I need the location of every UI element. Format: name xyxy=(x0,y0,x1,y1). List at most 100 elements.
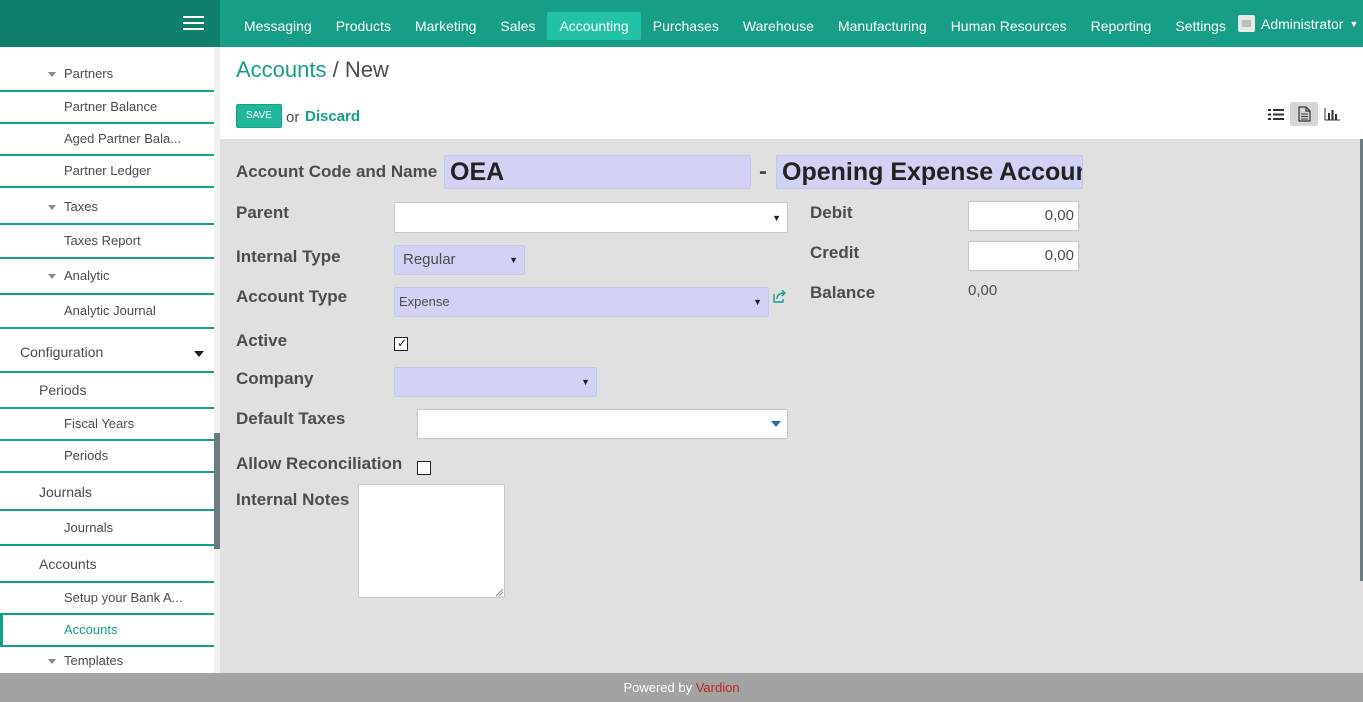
top-menu-item-marketing[interactable]: Marketing xyxy=(403,12,488,40)
sidebar-item-label: Periods xyxy=(39,382,87,398)
balance-label: Balance xyxy=(810,283,876,302)
sidebar-item-label: Setup your Bank A... xyxy=(64,590,183,605)
form-view-button[interactable] xyxy=(1290,102,1318,126)
sidebar-item-taxes[interactable]: Taxes xyxy=(0,190,214,225)
sidebar-item-journals[interactable]: Journals xyxy=(0,512,214,546)
allow-reconciliation-label: Allow Reconciliation xyxy=(236,454,403,473)
top-menu-item-accounting[interactable]: Accounting xyxy=(547,12,641,40)
active-checkbox[interactable]: ✓ xyxy=(394,336,408,351)
chevron-down-icon: ▼ xyxy=(772,212,781,223)
top-menu-item-settings[interactable]: Settings xyxy=(1163,12,1238,40)
default-taxes-input[interactable] xyxy=(417,409,788,439)
sidebar-item-configuration[interactable]: Configuration xyxy=(0,333,214,373)
list-view-button[interactable] xyxy=(1262,102,1290,126)
allow-reconciliation-checkbox[interactable] xyxy=(417,461,431,475)
sidebar-item-partner-balance[interactable]: Partner Balance xyxy=(0,92,214,124)
internal-notes-label: Internal Notes xyxy=(236,490,350,509)
sidebar-item-setup-your-bank-a[interactable]: Setup your Bank A... xyxy=(0,583,214,615)
sidebar-item-templates[interactable]: Templates xyxy=(0,647,214,673)
sidebar-item-label: Configuration xyxy=(20,344,104,360)
form-view-icon xyxy=(1297,106,1311,122)
sidebar-item-partners[interactable]: Partners xyxy=(0,57,214,92)
company-select[interactable]: ▼ xyxy=(394,367,597,397)
footer-brand: Vardion xyxy=(695,680,740,695)
top-menu-item-manufacturing[interactable]: Manufacturing xyxy=(826,12,939,40)
sidebar-item-label: Templates xyxy=(64,653,124,668)
breadcrumb-current: New xyxy=(344,57,389,82)
top-navbar: Messaging Products Marketing Sales Accountin… xyxy=(0,0,1363,47)
top-menu-item-sales[interactable]: Sales xyxy=(488,12,547,40)
sidebar-item-aged-partner-bala[interactable]: Aged Partner Bala... xyxy=(0,124,214,156)
chevron-down-icon: ▼ xyxy=(509,255,518,265)
internal-type-value: Regular xyxy=(403,251,456,268)
menu-toggle-icon[interactable] xyxy=(183,16,204,32)
sidebar-item-partner-ledger[interactable]: Partner Ledger xyxy=(0,156,214,188)
footer: Powered by Vardion xyxy=(0,673,1363,702)
parent-label: Parent xyxy=(236,203,289,222)
graph-view-icon xyxy=(1324,107,1340,120)
top-menu-item-messaging[interactable]: Messaging xyxy=(232,12,324,40)
credit-input[interactable]: 0,00 xyxy=(968,241,1079,271)
parent-select[interactable]: ▼ xyxy=(394,202,788,233)
breadcrumb-separator: / xyxy=(326,57,345,82)
brand-area xyxy=(0,0,220,47)
sidebar-item-label: Periods xyxy=(64,448,109,463)
avatar xyxy=(1238,15,1255,32)
sidebar-item-label: Partner Balance xyxy=(64,99,158,114)
resize-handle-icon[interactable] xyxy=(496,589,503,596)
sidebar-item-accounts[interactable]: Accounts xyxy=(0,547,214,583)
sidebar-item-analytic[interactable]: Analytic xyxy=(0,259,214,295)
top-menu-item-human-resources[interactable]: Human Resources xyxy=(939,12,1079,40)
chevron-down-icon: ▼ xyxy=(753,297,762,307)
internal-notes-textarea[interactable] xyxy=(358,484,505,598)
user-name: Administrator xyxy=(1261,15,1344,32)
check-icon: ✓ xyxy=(397,336,408,350)
main-content: Accounts / New SAVE or Discard Account C… xyxy=(220,47,1363,673)
sidebar-item-label: Partners xyxy=(64,66,114,81)
list-view-icon xyxy=(1268,108,1284,120)
sidebar-item-periods[interactable]: Periods xyxy=(0,441,214,473)
or-text: or xyxy=(286,109,300,126)
account-type-select[interactable]: Expense ▼ xyxy=(394,287,769,317)
breadcrumb-accounts-link[interactable]: Accounts xyxy=(236,57,327,82)
expand-triangle-icon xyxy=(48,659,56,665)
account-type-label: Account Type xyxy=(236,287,348,306)
external-link-icon[interactable] xyxy=(772,290,787,303)
sidebar-item-label: Analytic Journal xyxy=(64,303,156,318)
discard-button[interactable]: Discard xyxy=(305,108,360,125)
sidebar-item-taxes-report[interactable]: Taxes Report xyxy=(0,225,214,259)
footer-text: Powered by xyxy=(623,680,696,695)
sidebar-item-accounts[interactable]: Accounts xyxy=(0,615,214,647)
form-sheet: Account Code and Name OEA - Opening Expe… xyxy=(220,139,1363,673)
debit-input[interactable]: 0,00 xyxy=(968,201,1079,231)
save-button[interactable]: SAVE xyxy=(236,104,282,128)
sidebar-item-journals[interactable]: Journals xyxy=(0,476,214,511)
sidebar-item-label: Partner Ledger xyxy=(64,163,151,178)
expand-triangle-icon xyxy=(48,72,56,78)
top-menu-item-warehouse[interactable]: Warehouse xyxy=(731,12,826,40)
sidebar-item-label: Accounts xyxy=(39,556,97,572)
account-code-input[interactable]: OEA xyxy=(444,155,751,189)
expand-triangle-icon xyxy=(48,274,56,280)
view-switcher xyxy=(1262,102,1346,126)
sidebar-item-fiscal-years[interactable]: Fiscal Years xyxy=(0,409,214,441)
internal-type-label: Internal Type xyxy=(236,247,341,266)
top-menu-item-reporting[interactable]: Reporting xyxy=(1079,12,1164,40)
account-name-input[interactable]: Opening Expense Accoun xyxy=(776,155,1083,189)
internal-type-select[interactable]: Regular ▼ xyxy=(394,245,525,275)
sidebar-item-label: Taxes xyxy=(64,199,98,214)
active-label: Active xyxy=(236,331,288,350)
sidebar-item-label: Analytic xyxy=(64,268,110,283)
sidebar-item-analytic-journal[interactable]: Analytic Journal xyxy=(0,295,214,329)
top-menu-item-purchases[interactable]: Purchases xyxy=(641,12,731,40)
top-menu-item-products[interactable]: Products xyxy=(324,12,403,40)
sidebar-item-label: Aged Partner Bala... xyxy=(64,131,182,146)
account-type-value: Expense xyxy=(399,294,450,309)
graph-view-button[interactable] xyxy=(1318,102,1346,126)
balance-value: 0,00 xyxy=(968,282,998,299)
dropdown-arrow-icon xyxy=(771,421,781,427)
sidebar-item-periods[interactable]: Periods xyxy=(0,373,214,409)
user-menu[interactable]: Administrator ▼ xyxy=(1238,15,1358,32)
top-menu: Messaging Products Marketing Sales Accountin… xyxy=(232,12,1238,41)
expand-triangle-icon xyxy=(48,205,56,211)
